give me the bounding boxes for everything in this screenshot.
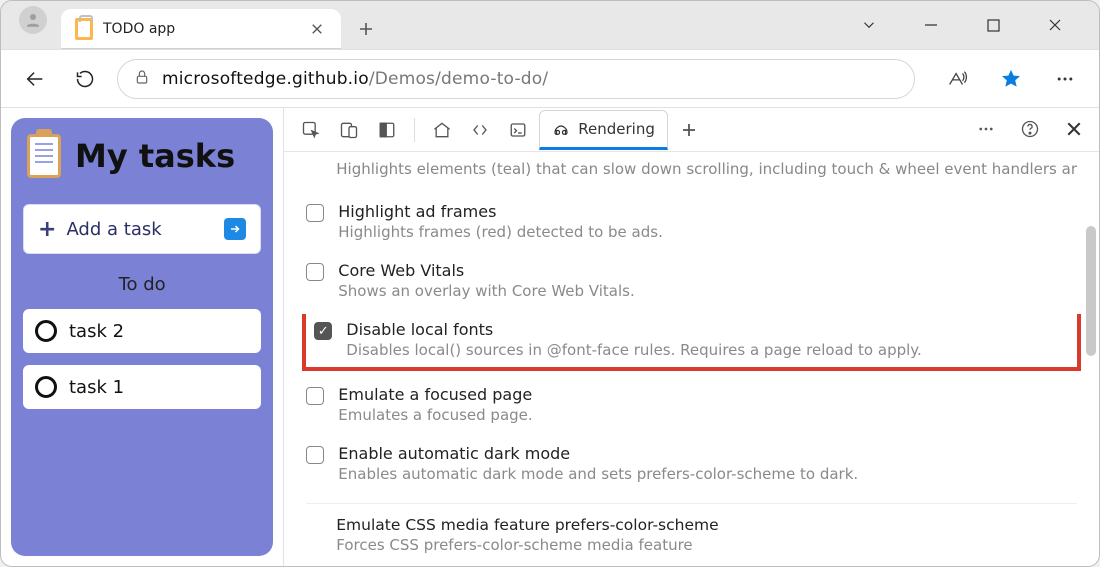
option-title: Emulate a focused page bbox=[338, 385, 532, 404]
task-list: task 2 task 1 bbox=[23, 309, 261, 409]
url-path: /Demos/demo-to-do/ bbox=[369, 69, 549, 89]
close-tab-button[interactable] bbox=[307, 16, 327, 43]
option-title: Core Web Vitals bbox=[338, 261, 634, 280]
option-checkbox[interactable] bbox=[306, 387, 324, 405]
scrollbar[interactable] bbox=[1082, 166, 1096, 552]
lock-icon bbox=[134, 68, 150, 90]
clipboard-icon bbox=[75, 18, 93, 40]
task-name: task 1 bbox=[69, 377, 124, 398]
option-desc-truncated: Highlights elements (teal) that can slow… bbox=[336, 160, 1077, 178]
browser-toolbar: microsoftedge.github.io/Demos/demo-to-do… bbox=[1, 49, 1099, 107]
option-desc: Enables automatic dark mode and sets pre… bbox=[338, 465, 858, 483]
elements-tab-icon[interactable] bbox=[463, 113, 497, 147]
option-desc: Highlights frames (red) detected to be a… bbox=[338, 223, 663, 241]
device-toggle-icon[interactable] bbox=[332, 113, 366, 147]
add-task-label: Add a task bbox=[66, 219, 161, 240]
checkbox-ring-icon[interactable] bbox=[35, 320, 57, 342]
app-card: My tasks + Add a task To do task 2 task 1 bbox=[11, 118, 273, 556]
section-label: To do bbox=[23, 274, 261, 295]
rendering-tab-label: Rendering bbox=[578, 120, 655, 138]
welcome-tab-icon[interactable] bbox=[425, 113, 459, 147]
url-text: microsoftedge.github.io/Demos/demo-to-do… bbox=[162, 69, 548, 89]
window-controls bbox=[851, 1, 1099, 49]
console-tab-icon[interactable] bbox=[501, 113, 535, 147]
rendering-tab[interactable]: Rendering bbox=[539, 110, 668, 150]
address-bar[interactable]: microsoftedge.github.io/Demos/demo-to-do… bbox=[117, 59, 915, 99]
more-tabs-button[interactable] bbox=[672, 113, 706, 147]
add-task-button[interactable]: + Add a task bbox=[23, 204, 261, 254]
option-desc: Shows an overlay with Core Web Vitals. bbox=[338, 282, 634, 300]
task-item[interactable]: task 1 bbox=[23, 365, 261, 409]
refresh-button[interactable] bbox=[67, 61, 103, 97]
browser-window: TODO app microsoftedge.github.io/Demos/d… bbox=[0, 0, 1100, 567]
plus-icon: + bbox=[38, 217, 56, 242]
option-checkbox[interactable]: ✓ bbox=[314, 322, 332, 340]
chevron-down-icon[interactable] bbox=[851, 7, 887, 43]
demo-app-pane: My tasks + Add a task To do task 2 task 1 bbox=[1, 108, 283, 566]
option-checkbox[interactable] bbox=[306, 263, 324, 281]
devtools-tabstrip: Rendering bbox=[284, 108, 1099, 152]
option-title: Highlight ad frames bbox=[338, 202, 663, 221]
more-menu-button[interactable] bbox=[1047, 61, 1083, 97]
browser-tab[interactable]: TODO app bbox=[61, 9, 341, 49]
app-title: My tasks bbox=[75, 137, 235, 175]
content-area: My tasks + Add a task To do task 2 task 1 bbox=[1, 107, 1099, 566]
dock-side-icon[interactable] bbox=[370, 113, 404, 147]
emulate-media-section: Emulate CSS media feature prefers-color-… bbox=[306, 503, 1077, 554]
section-title: Emulate CSS media feature prefers-color-… bbox=[336, 516, 1077, 534]
help-icon[interactable] bbox=[1013, 112, 1047, 146]
read-aloud-icon[interactable] bbox=[939, 61, 975, 97]
scrollbar-thumb[interactable] bbox=[1086, 226, 1096, 356]
option-desc: Emulates a focused page. bbox=[338, 406, 532, 424]
minimize-button[interactable] bbox=[913, 7, 949, 43]
inspect-element-icon[interactable] bbox=[294, 113, 328, 147]
task-item[interactable]: task 2 bbox=[23, 309, 261, 353]
option-checkbox[interactable] bbox=[306, 446, 324, 464]
devtools-more-icon[interactable] bbox=[969, 112, 1003, 146]
back-button[interactable] bbox=[17, 61, 53, 97]
rendering-option: ✓ Disable local fonts Disables local() sou… bbox=[302, 314, 1081, 371]
option-title: Enable automatic dark mode bbox=[338, 444, 858, 463]
profile-avatar[interactable] bbox=[19, 6, 47, 34]
rendering-option: Core Web Vitals Shows an overlay with Cor… bbox=[306, 251, 1077, 310]
close-devtools-button[interactable] bbox=[1057, 112, 1091, 146]
section-desc: Forces CSS prefers-color-scheme media fe… bbox=[336, 536, 1077, 554]
option-title: Disable local fonts bbox=[346, 320, 922, 339]
maximize-button[interactable] bbox=[975, 7, 1011, 43]
rendering-option: Emulate a focused page Emulates a focused… bbox=[306, 375, 1077, 434]
rendering-options: Highlights elements (teal) that can slow… bbox=[284, 152, 1099, 566]
devtools-panel: Rendering Highl bbox=[283, 108, 1099, 566]
toolbar-right bbox=[939, 61, 1083, 97]
favorite-star-icon[interactable] bbox=[993, 61, 1029, 97]
checkbox-ring-icon[interactable] bbox=[35, 376, 57, 398]
close-window-button[interactable] bbox=[1037, 7, 1073, 43]
option-checkbox[interactable] bbox=[306, 204, 324, 222]
tab-title: TODO app bbox=[103, 21, 297, 37]
new-tab-button[interactable] bbox=[347, 10, 385, 48]
clipboard-icon bbox=[27, 134, 61, 178]
rendering-option: Enable automatic dark mode Enables automa… bbox=[306, 434, 1077, 493]
task-name: task 2 bbox=[69, 321, 124, 342]
arrow-right-icon bbox=[224, 218, 246, 240]
option-desc: Disables local() sources in @font-face r… bbox=[346, 341, 922, 359]
rendering-option: Highlight ad frames Highlights frames (re… bbox=[306, 192, 1077, 251]
url-host: microsoftedge.github.io bbox=[162, 69, 369, 89]
